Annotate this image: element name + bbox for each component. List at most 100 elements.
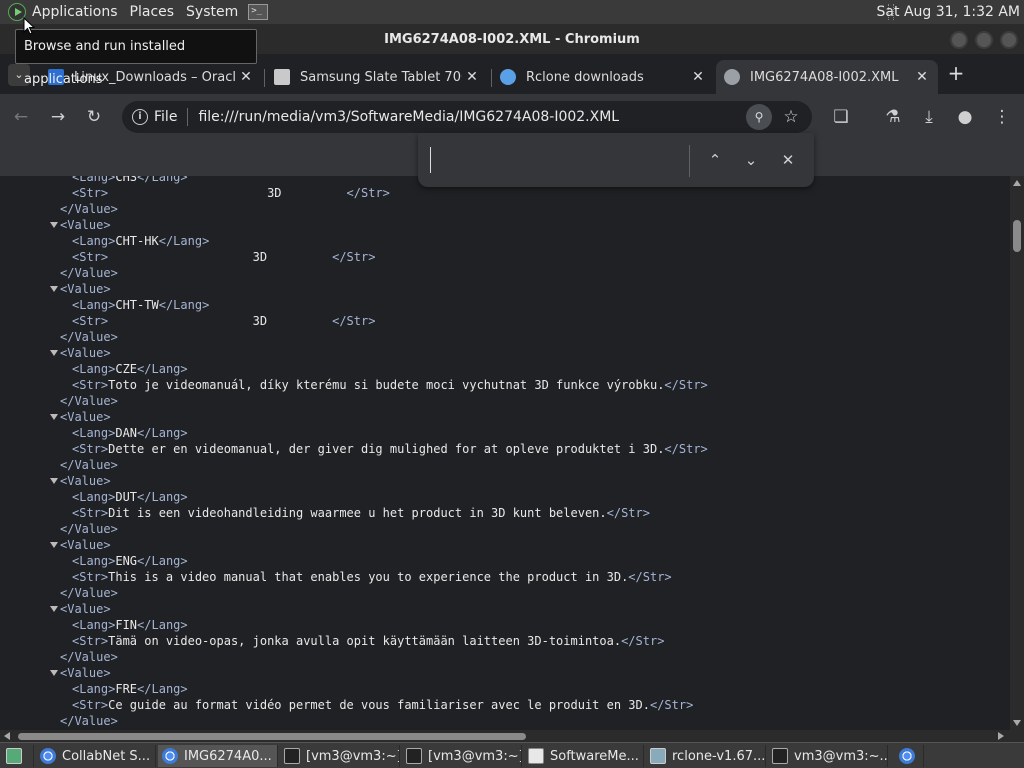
menu-kebab-icon[interactable]: ⋮	[989, 104, 1015, 130]
tab-title: IMG6274A08-I002.XML	[750, 69, 899, 85]
vertical-scrollbar[interactable]	[1010, 176, 1024, 730]
xml-value-open: <Value>	[60, 410, 111, 424]
find-close-icon[interactable]: ✕	[775, 147, 801, 173]
xml-lang-line: <Lang>CHT-TW</Lang>	[72, 298, 210, 312]
collapse-triangle-icon[interactable]	[50, 414, 58, 420]
xml-text: CHT-TW	[115, 298, 159, 312]
xml-lang-line: <Lang>DUT</Lang>	[72, 490, 188, 504]
horizontal-scrollbar[interactable]	[0, 730, 1024, 742]
chromium-icon	[40, 748, 56, 764]
xml-text: FRE	[115, 682, 138, 696]
taskbar-item-label: rclone-v1.67...	[672, 748, 766, 764]
xml-str-line: <Str> 3D </Str>	[72, 314, 376, 328]
taskbar-item[interactable]: IMG6274A0...	[158, 745, 278, 767]
find-input[interactable]	[430, 147, 680, 173]
find-bar: ⌃ ⌄ ✕	[418, 133, 814, 187]
scroll-right-arrow-icon[interactable]	[998, 732, 1004, 740]
terminal-launcher-icon[interactable]: >_	[248, 4, 269, 20]
collapse-triangle-icon[interactable]	[50, 350, 58, 356]
close-tab-icon[interactable]: ✕	[912, 69, 932, 85]
url-text[interactable]: file:///run/media/vm3/SoftwareMedia/IMG6…	[198, 109, 619, 125]
xml-lang-line: <Lang>CHS</Lang>	[72, 176, 188, 185]
collapse-triangle-icon[interactable]	[50, 670, 58, 676]
tab-samsung-slate[interactable]: Samsung Slate Tablet 700 ✕	[266, 60, 488, 94]
collapse-triangle-icon[interactable]	[50, 222, 58, 228]
collapse-triangle-icon[interactable]	[50, 478, 58, 484]
menu-applications[interactable]: Applications	[26, 0, 124, 24]
address-bar[interactable]: i File file:///run/media/vm3/SoftwareMed…	[122, 101, 812, 133]
close-tab-icon[interactable]: ✕	[688, 69, 708, 85]
reload-button[interactable]: ↻	[81, 104, 107, 130]
xml-text: FIN	[115, 618, 138, 632]
xml-text: Toto je videomanuál, díky kterému si bud…	[108, 378, 665, 392]
taskbar-item-label: [vm3@vm3:~]	[306, 748, 400, 764]
minimize-icon[interactable]	[950, 31, 968, 49]
xml-text: Tämä on video-opas, jonka avulla opit kä…	[108, 634, 622, 648]
xml-value-close: </Value>	[60, 522, 118, 536]
tab-rclone-downloads[interactable]: Rclone downloads ✕	[492, 60, 714, 94]
xml-text: 3D	[108, 250, 333, 264]
collapse-triangle-icon[interactable]	[50, 542, 58, 548]
bookmark-star-icon[interactable]: ☆	[778, 104, 804, 130]
find-previous-chevron-up-icon[interactable]: ⌃	[702, 147, 728, 173]
collapse-triangle-icon[interactable]	[50, 606, 58, 612]
collapse-triangle-icon[interactable]	[50, 286, 58, 292]
menu-places[interactable]: Places	[124, 0, 181, 24]
xml-str-line: <Str> 3D </Str>	[72, 186, 390, 200]
new-tab-button[interactable]: +	[944, 62, 968, 86]
xml-lang-line: <Lang>ENG</Lang>	[72, 554, 188, 568]
xml-value-close: </Value>	[60, 650, 118, 664]
xml-value-open: <Value>	[60, 218, 111, 232]
xml-text: This is a video manual that enables you …	[108, 570, 629, 584]
xml-value-open: <Value>	[60, 602, 111, 616]
xml-text: CHT-HK	[115, 234, 159, 248]
taskbar-item[interactable]: rclone-v1.67...	[646, 745, 766, 767]
window-title: IMG6274A08-I002.XML - Chromium	[384, 32, 640, 47]
forward-button[interactable]: →	[45, 104, 71, 130]
chromium-icon	[162, 748, 178, 764]
taskbar-item[interactable]: [vm3@vm3:~]	[402, 745, 522, 767]
find-in-page-icon[interactable]: ⚲	[746, 104, 772, 130]
tab-title: Rclone downloads	[526, 69, 644, 85]
taskbar-item[interactable]: vm3@vm3:~...	[768, 745, 888, 767]
xml-text: 3D	[108, 186, 347, 200]
scroll-left-arrow-icon[interactable]	[4, 732, 10, 740]
back-button[interactable]: ←	[8, 104, 34, 130]
menu-system[interactable]: System	[180, 0, 244, 24]
xml-str-line: <Str>Toto je videomanuál, díky kterému s…	[72, 378, 708, 392]
xml-str-line: <Str>Tämä on video-opas, jonka avulla op…	[72, 634, 665, 648]
xml-value-close: </Value>	[60, 586, 118, 600]
close-tab-icon[interactable]: ✕	[236, 69, 256, 85]
close-tab-icon[interactable]: ✕	[462, 69, 482, 85]
horizontal-scroll-thumb[interactable]	[18, 733, 526, 740]
tab-xml-file[interactable]: IMG6274A08-I002.XML ✕	[716, 60, 938, 94]
xml-str-line: <Str>This is a video manual that enables…	[72, 570, 672, 584]
bank-favicon-icon	[274, 69, 290, 85]
scheme-label: File	[154, 109, 178, 125]
xml-value-open: <Value>	[60, 282, 111, 296]
show-desktop-button[interactable]	[0, 745, 34, 767]
extensions-puzzle-icon[interactable]: ❏	[828, 104, 854, 130]
xml-viewer[interactable]: <Lang>CHS</Lang> <Str> 3D </Str> </Value> <…	[0, 176, 1010, 730]
close-window-icon[interactable]	[1000, 31, 1018, 49]
terminal-icon	[772, 748, 788, 764]
taskbar-item[interactable]: SoftwareMe...	[524, 745, 644, 767]
labs-flask-icon[interactable]: ⚗	[880, 104, 906, 130]
maximize-icon[interactable]	[975, 31, 993, 49]
xml-text: DAN	[115, 426, 138, 440]
download-icon[interactable]: ⤓	[916, 104, 942, 130]
vertical-scroll-thumb[interactable]	[1013, 220, 1021, 252]
clock[interactable]: Sat Aug 31, 1:32 AM	[877, 0, 1020, 24]
xml-value-open: <Value>	[60, 474, 111, 488]
tab-separator	[264, 69, 265, 87]
find-next-chevron-down-icon[interactable]: ⌄	[738, 147, 764, 173]
scroll-up-arrow-icon[interactable]	[1013, 180, 1021, 186]
xml-value-close: </Value>	[60, 202, 118, 216]
taskbar-item[interactable]: CollabNet S...	[36, 745, 156, 767]
scroll-down-arrow-icon[interactable]	[1013, 720, 1021, 726]
taskbar-item-chromium[interactable]	[892, 745, 924, 767]
info-icon[interactable]: i	[132, 109, 148, 125]
profile-avatar-icon[interactable]: ●	[952, 104, 978, 130]
xml-lang-line: <Lang>DAN</Lang>	[72, 426, 188, 440]
taskbar-item[interactable]: [vm3@vm3:~]	[280, 745, 400, 767]
